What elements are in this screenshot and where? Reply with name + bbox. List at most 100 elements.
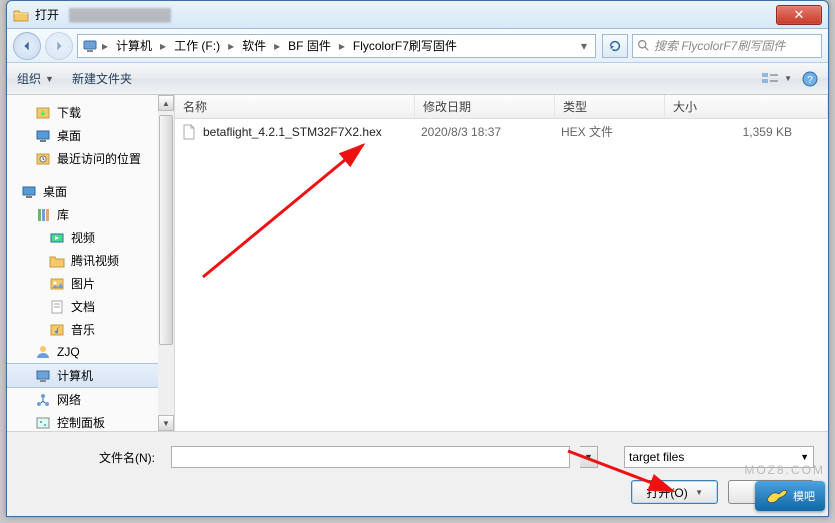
- control-icon: [35, 415, 51, 431]
- tree-item-label: 音乐: [71, 321, 95, 338]
- filename-history-dropdown[interactable]: ▼: [580, 446, 598, 468]
- tree-item-label: 腾讯视频: [71, 252, 119, 269]
- folder-open-icon: [13, 7, 29, 23]
- blurred-text: ████████████: [69, 8, 171, 22]
- navigation-tree[interactable]: 下载桌面最近访问的位置桌面库视频腾讯视频图片文档音乐ZJQ计算机网络控制面板 ▲…: [7, 95, 175, 431]
- chevron-down-icon: ▼: [784, 74, 792, 83]
- open-button[interactable]: 打开(O) ▼: [631, 480, 718, 504]
- svg-text:?: ?: [807, 75, 813, 86]
- scrollbar-thumb[interactable]: [159, 115, 173, 345]
- view-mode-button[interactable]: ▼: [761, 72, 792, 86]
- tree-item-pictures[interactable]: 图片: [7, 272, 174, 295]
- breadcrumb-item[interactable]: BF 固件: [284, 35, 335, 56]
- file-date: 2020/8/3 18:37: [421, 125, 561, 139]
- tree-item-label: 桌面: [57, 127, 81, 144]
- chevron-down-icon: ▼: [45, 74, 54, 84]
- breadcrumb-item[interactable]: 软件: [238, 35, 270, 56]
- pictures-icon: [49, 276, 65, 292]
- scroll-down-button[interactable]: ▼: [158, 415, 174, 431]
- documents-icon: [49, 299, 65, 315]
- nav-back-button[interactable]: [13, 32, 41, 60]
- tree-item-label: 计算机: [57, 367, 93, 384]
- brand-logo: 模吧: [755, 481, 825, 511]
- column-date[interactable]: 修改日期: [415, 95, 555, 118]
- tree-item-label: 桌面: [43, 183, 67, 200]
- close-button[interactable]: ✕: [776, 5, 822, 25]
- watermark-site: MOZ8.COM: [744, 463, 825, 477]
- tree-item-label: ZJQ: [57, 345, 80, 359]
- organize-menu[interactable]: 组织 ▼: [17, 70, 54, 87]
- tree-item-label: 库: [57, 206, 69, 223]
- nav-forward-button[interactable]: [45, 32, 73, 60]
- tree-item-label: 最近访问的位置: [57, 150, 141, 167]
- tree-item-label: 下载: [57, 104, 81, 121]
- tree-item-library[interactable]: 库: [7, 203, 174, 226]
- folder-icon: [49, 253, 65, 269]
- search-icon: [637, 39, 650, 52]
- chevron-right-icon: ▸: [100, 39, 110, 53]
- sidebar-scrollbar[interactable]: ▲ ▼: [158, 95, 174, 431]
- new-folder-button[interactable]: 新建文件夹: [72, 70, 132, 87]
- recent-icon: [35, 151, 51, 167]
- column-type[interactable]: 类型: [555, 95, 665, 118]
- tree-item-music[interactable]: 音乐: [7, 318, 174, 341]
- file-list-pane: 名称 修改日期 类型 大小 betaflight_4.2.1_STM32F7X2…: [175, 95, 828, 431]
- column-name[interactable]: 名称: [175, 95, 415, 118]
- tree-item-recent[interactable]: 最近访问的位置: [7, 147, 174, 170]
- bird-icon: [765, 486, 789, 506]
- chevron-down-icon: ▼: [800, 452, 809, 462]
- chevron-right-icon: ▸: [158, 39, 168, 53]
- annotation-arrow: [193, 137, 383, 287]
- library-icon: [35, 207, 51, 223]
- help-button[interactable]: ?: [802, 71, 818, 87]
- filename-input[interactable]: [171, 446, 570, 468]
- address-bar[interactable]: ▸ 计算机 ▸ 工作 (F:) ▸ 软件 ▸ BF 固件 ▸ FlycolorF…: [77, 34, 596, 58]
- search-input[interactable]: 搜索 FlycolorF7刷写固件: [632, 34, 822, 58]
- computer-icon: [82, 38, 98, 54]
- tree-item-downloads[interactable]: 下载: [7, 101, 174, 124]
- dialog-body: 下载桌面最近访问的位置桌面库视频腾讯视频图片文档音乐ZJQ计算机网络控制面板 ▲…: [7, 95, 828, 431]
- tree-item-documents[interactable]: 文档: [7, 295, 174, 318]
- tree-item-video[interactable]: 视频: [7, 226, 174, 249]
- file-size: 1,359 KB: [671, 125, 822, 139]
- tree-item-control[interactable]: 控制面板: [7, 411, 174, 431]
- file-icon: [181, 124, 197, 140]
- tree-item-desktop[interactable]: 桌面: [7, 124, 174, 147]
- tree-item-label: 文档: [71, 298, 95, 315]
- column-size[interactable]: 大小: [665, 95, 828, 118]
- refresh-button[interactable]: [602, 34, 628, 58]
- filetype-filter-value: target files: [629, 450, 684, 464]
- file-name: betaflight_4.2.1_STM32F7X2.hex: [203, 125, 382, 139]
- tree-item-label: 网络: [57, 391, 81, 408]
- file-list[interactable]: betaflight_4.2.1_STM32F7X2.hex 2020/8/3 1…: [175, 119, 828, 431]
- desktop-icon: [35, 128, 51, 144]
- desktop-root-icon: [21, 184, 37, 200]
- breadcrumb-item[interactable]: 工作 (F:): [170, 35, 224, 56]
- filename-label: 文件名(N):: [21, 449, 161, 466]
- breadcrumb-item[interactable]: FlycolorF7刷写固件: [349, 35, 461, 56]
- downloads-icon: [35, 105, 51, 121]
- navigation-bar: ▸ 计算机 ▸ 工作 (F:) ▸ 软件 ▸ BF 固件 ▸ FlycolorF…: [7, 29, 828, 63]
- tree-item-folder[interactable]: 腾讯视频: [7, 249, 174, 272]
- tree-item-computer[interactable]: 计算机: [7, 363, 174, 388]
- command-bar: 组织 ▼ 新建文件夹 ▼ ?: [7, 63, 828, 95]
- column-headers[interactable]: 名称 修改日期 类型 大小: [175, 95, 828, 119]
- video-icon: [49, 230, 65, 246]
- tree-item-desktop-root[interactable]: 桌面: [7, 180, 174, 203]
- dropdown-caret-icon[interactable]: ▾: [577, 39, 591, 53]
- breadcrumb-item[interactable]: 计算机: [112, 35, 156, 56]
- bottom-panel: 文件名(N): ▼ target files ▼ 打开(O) ▼ 取消: [7, 431, 828, 516]
- titlebar[interactable]: 打开 ████████████ ✕: [7, 1, 828, 29]
- scroll-up-button[interactable]: ▲: [158, 95, 174, 111]
- tree-item-label: 视频: [71, 229, 95, 246]
- help-icon: ?: [802, 71, 818, 87]
- chevron-right-icon: ▸: [337, 39, 347, 53]
- tree-item-user[interactable]: ZJQ: [7, 341, 174, 363]
- file-type: HEX 文件: [561, 123, 671, 140]
- user-icon: [35, 344, 51, 360]
- network-icon: [35, 392, 51, 408]
- tree-item-label: 控制面板: [57, 414, 105, 431]
- tree-item-network[interactable]: 网络: [7, 388, 174, 411]
- file-open-dialog: 打开 ████████████ ✕ ▸ 计算机 ▸ 工作 (F:) ▸ 软件 ▸…: [6, 0, 829, 517]
- file-row[interactable]: betaflight_4.2.1_STM32F7X2.hex 2020/8/3 1…: [175, 119, 828, 144]
